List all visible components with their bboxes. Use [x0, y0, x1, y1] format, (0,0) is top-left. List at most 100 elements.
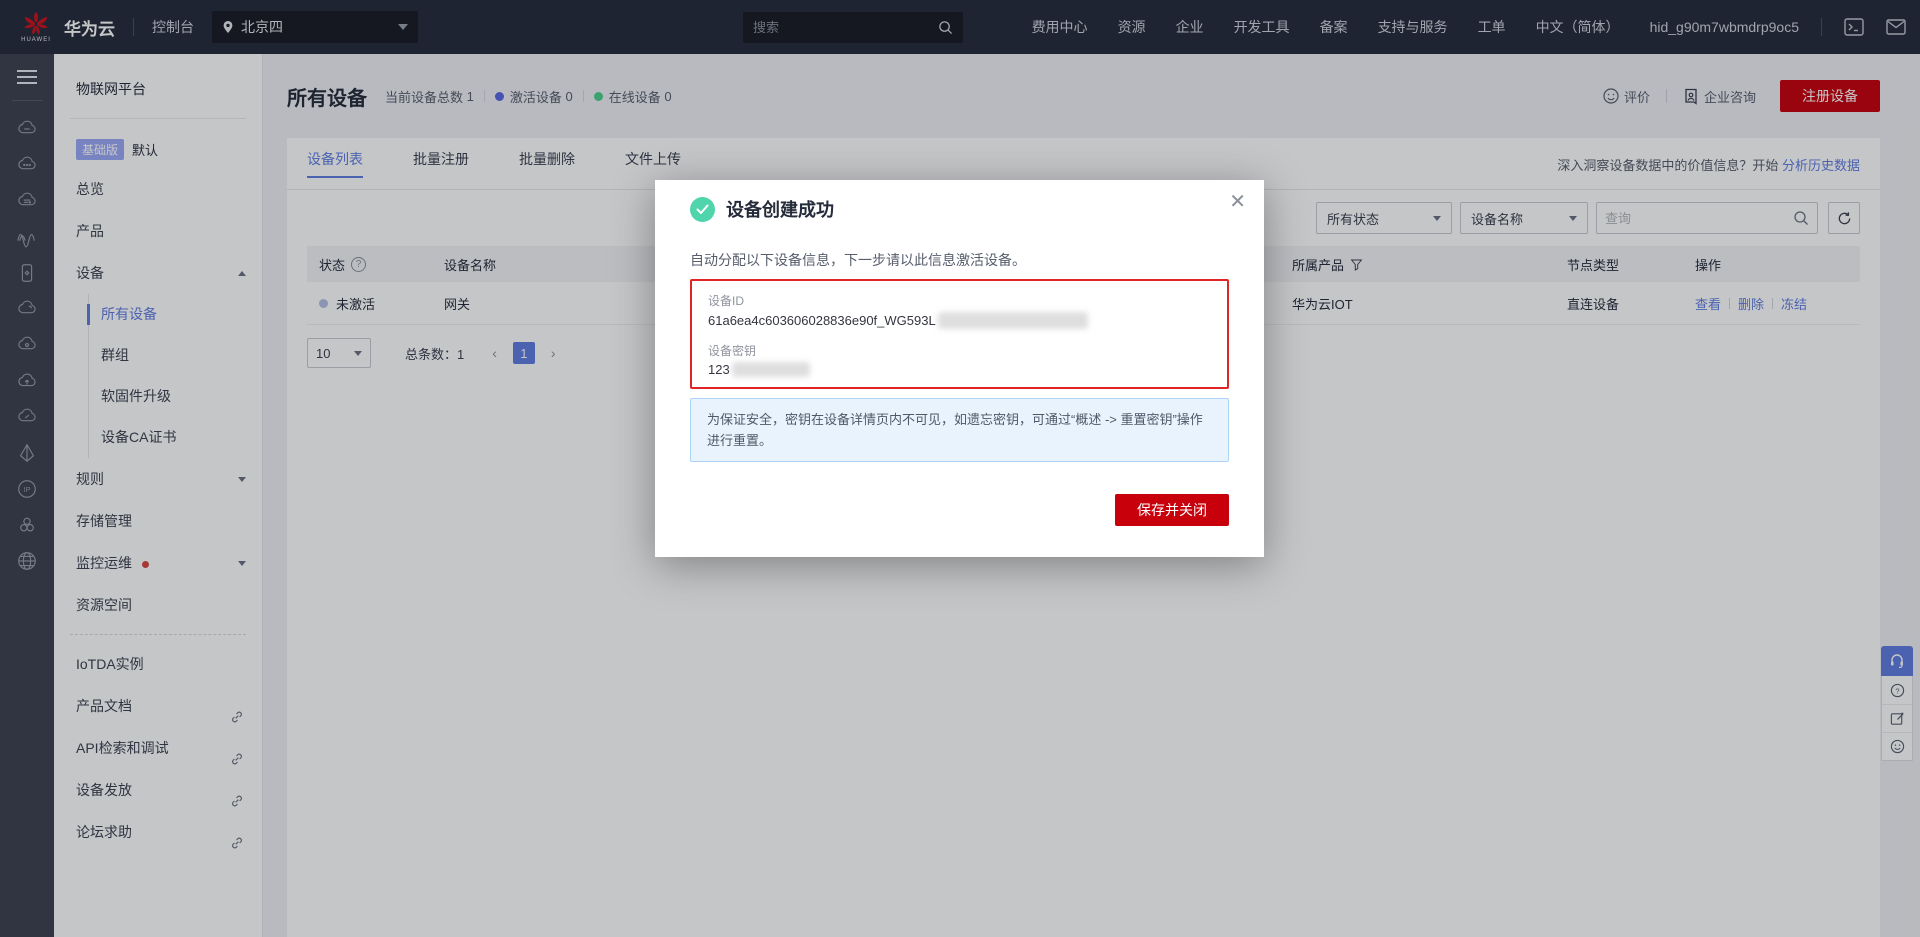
huawei-wordmark: HUAWEI [21, 37, 51, 43]
redacted-secret-blur [732, 362, 810, 377]
next-page-button[interactable]: › [551, 345, 556, 361]
filter-funnel-icon[interactable] [1350, 258, 1363, 271]
search-type-select[interactable]: 设备名称 [1460, 202, 1588, 234]
sidebar-item-resource-space[interactable]: 资源空间 [54, 584, 262, 626]
enterprise-consult-button[interactable]: 企业咨询 [1683, 87, 1756, 106]
cell-product: 华为云IOT [1280, 294, 1555, 313]
region-name: 北京四 [241, 17, 398, 37]
tab-file-upload[interactable]: 文件上传 [625, 148, 681, 178]
messages-button[interactable] [1886, 19, 1906, 35]
modal-title-row: 设备创建成功 [690, 196, 1229, 222]
nav-link-language[interactable]: 中文（简体） [1536, 17, 1620, 37]
filter-bar: 所有状态 设备名称 [1308, 202, 1860, 234]
nav-link-enterprise[interactable]: 企业 [1176, 17, 1204, 37]
nav-link-resources[interactable]: 资源 [1118, 17, 1146, 37]
ip-address-icon[interactable]: IP [9, 471, 45, 507]
device-id-label: 设备ID [708, 292, 1211, 309]
save-and-close-button[interactable]: 保存并关闭 [1115, 494, 1229, 526]
register-device-button[interactable]: 注册设备 [1780, 80, 1880, 112]
globe-icon[interactable] [9, 543, 45, 579]
sidebar-item-iotda-instance[interactable]: IoTDA实例 [54, 643, 262, 685]
redacted-id-blur [938, 312, 1088, 329]
tab-batch-register[interactable]: 批量注册 [413, 148, 469, 178]
nav-link-support[interactable]: 支持与服务 [1378, 17, 1448, 37]
support-button[interactable] [1881, 646, 1913, 676]
nav-account-id[interactable]: hid_g90m7wbmdrp9oc5 [1650, 19, 1799, 35]
iot-sidebar: 物联网平台 基础版 默认 总览 产品 设备 所有设备 群组 软固件升级 设备CA… [54, 54, 263, 937]
help-button[interactable]: ? [1882, 676, 1912, 704]
sidebar-item-devices[interactable]: 设备 [54, 252, 262, 294]
device-credentials-box: 设备ID 61a6ea4c603606028836e90f_WG593L 设备密… [690, 279, 1229, 389]
huawei-flower-icon [23, 12, 49, 36]
sidebar-link-device-provisioning[interactable]: 设备发放 [54, 769, 262, 811]
sidebar-item-monitoring[interactable]: 监控运维 [54, 542, 262, 584]
sidebar-item-all-devices[interactable]: 所有设备 [89, 294, 262, 335]
cluster-icon[interactable] [9, 507, 45, 543]
sidebar-item-storage[interactable]: 存储管理 [54, 500, 262, 542]
huawei-logo[interactable]: HUAWEI [14, 12, 58, 43]
sidebar-item-rules[interactable]: 规则 [54, 458, 262, 500]
cloud-icon[interactable] [9, 291, 45, 327]
status-filter-select[interactable]: 所有状态 [1316, 202, 1452, 234]
search-icon[interactable] [1793, 210, 1809, 226]
brand-name[interactable]: 华为云 [64, 15, 115, 40]
pagination: 10 总条数：1 ‹ 1 › [307, 338, 556, 368]
header-actions: 评价 企业咨询 注册设备 [1603, 80, 1880, 112]
mail-icon [1886, 19, 1906, 35]
smiley-icon [1603, 88, 1619, 104]
cloud-speed-icon[interactable] [9, 399, 45, 435]
sidebar-dashed-divider [70, 634, 246, 635]
cloud-storage-icon[interactable] [9, 183, 45, 219]
sidebar-item-overview[interactable]: 总览 [54, 168, 262, 210]
cloud-chat-icon[interactable] [9, 147, 45, 183]
nav-link-ticket[interactable]: 工单 [1478, 17, 1506, 37]
freeze-link[interactable]: 冻结 [1781, 294, 1807, 313]
nav-link-devtools[interactable]: 开发工具 [1234, 17, 1290, 37]
prism-icon[interactable] [9, 435, 45, 471]
global-search-input[interactable] [753, 20, 938, 35]
global-search[interactable] [743, 12, 963, 43]
page-size-select[interactable]: 10 [307, 338, 371, 368]
sidebar-item-groups[interactable]: 群组 [89, 335, 262, 376]
feedback-panel-button[interactable] [1882, 704, 1912, 732]
mobile-device-icon[interactable] [9, 255, 45, 291]
sidebar-link-product-docs[interactable]: 产品文档 [54, 685, 262, 727]
satisfaction-button[interactable] [1882, 732, 1912, 760]
cloud-shell-button[interactable] [1844, 18, 1864, 36]
view-link[interactable]: 查看 [1695, 294, 1721, 313]
delete-link[interactable]: 删除 [1738, 294, 1764, 313]
service-icon-rail: IP [0, 54, 54, 937]
region-selector[interactable]: 北京四 [212, 11, 418, 43]
feedback-button[interactable]: 评价 [1603, 87, 1650, 106]
sidebar-item-device-ca-cert[interactable]: 设备CA证书 [89, 417, 262, 458]
device-search-input[interactable] [1605, 211, 1793, 226]
online-dot [594, 92, 603, 101]
refresh-button[interactable] [1828, 202, 1860, 234]
prev-page-button[interactable]: ‹ [492, 345, 497, 361]
cloud-upload-icon[interactable] [9, 363, 45, 399]
search-icon[interactable] [938, 20, 953, 35]
device-stats: 当前设备总数 1 激活设备 0 在线设备 0 [385, 87, 672, 106]
sidebar-link-forum[interactable]: 论坛求助 [54, 811, 262, 853]
app-root: HUAWEI 华为云 控制台 北京四 费用中心 资源 企业 开发工具 备案 支持… [0, 0, 1920, 937]
rail-divider [12, 100, 42, 101]
tab-device-list[interactable]: 设备列表 [307, 148, 363, 178]
cloud-link-icon[interactable] [9, 327, 45, 363]
sidebar-item-firmware-upgrade[interactable]: 软固件升级 [89, 376, 262, 417]
sidebar-item-products[interactable]: 产品 [54, 210, 262, 252]
console-link[interactable]: 控制台 [152, 17, 194, 37]
nav-link-billing[interactable]: 费用中心 [1032, 17, 1088, 37]
analyze-history-link[interactable]: 分析历史数据 [1782, 158, 1860, 173]
sidebar-link-api-explorer[interactable]: API检索和调试 [54, 727, 262, 769]
current-page-button[interactable]: 1 [513, 342, 535, 364]
tab-batch-delete[interactable]: 批量删除 [519, 148, 575, 178]
cloud-server-icon[interactable] [9, 111, 45, 147]
help-icon[interactable]: ? [351, 257, 366, 272]
hamburger-menu-icon[interactable] [17, 66, 37, 88]
waveform-icon[interactable] [9, 219, 45, 255]
close-icon[interactable]: ✕ [1229, 192, 1246, 212]
chevron-down-icon [398, 24, 408, 30]
nav-link-icp[interactable]: 备案 [1320, 17, 1348, 37]
security-notice: 为保证安全，密钥在设备详情页内不可见，如遗忘密钥，可通过“概述 -> 重置密钥”… [690, 398, 1229, 462]
stat-online: 在线设备 0 [594, 87, 672, 106]
